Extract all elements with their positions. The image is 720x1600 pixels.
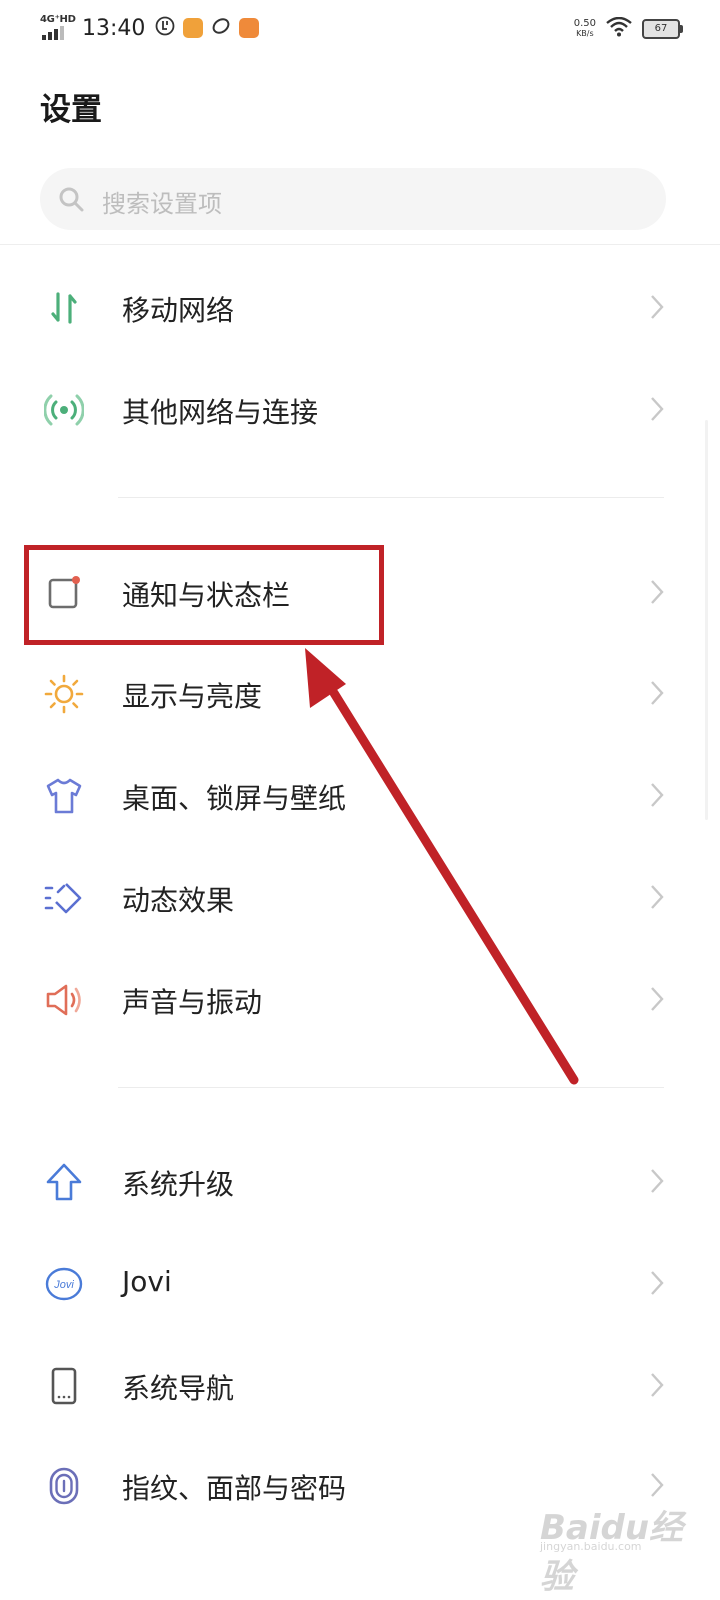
settings-item-system-upgrade[interactable]: 系统升级 — [0, 1129, 720, 1229]
settings-item-label: 桌面、锁屏与壁纸 — [122, 782, 347, 815]
settings-item-desktop-wallpaper[interactable]: 桌面、锁屏与壁纸 — [0, 743, 720, 843]
chevron-right-icon — [651, 681, 664, 705]
settings-item-label: 其他网络与连接 — [122, 396, 319, 429]
connection-icon — [44, 394, 84, 426]
network-indicator: 4G⁺HD — [40, 14, 78, 42]
network-speed: 0.50 KB/s — [574, 19, 596, 39]
settings-item-jovi[interactable]: Jovi Jovi — [0, 1231, 720, 1331]
annotation-highlight-box — [24, 545, 384, 645]
upgrade-arrow-icon — [46, 1163, 82, 1201]
network-type-label: 4G⁺HD — [40, 14, 76, 25]
status-right: 0.50 KB/s 67 — [574, 14, 683, 44]
chevron-right-icon — [651, 885, 664, 909]
settings-item-animations[interactable]: 动态效果 — [0, 845, 720, 945]
search-placeholder: 搜索设置项 — [102, 190, 222, 218]
settings-item-label: Jovi — [122, 1265, 172, 1298]
chevron-right-icon — [651, 1271, 664, 1295]
settings-item-label: 移动网络 — [122, 294, 235, 327]
search-icon — [59, 187, 84, 212]
chevron-right-icon — [651, 1169, 664, 1193]
chevron-right-icon — [651, 295, 664, 319]
watermark-url: jingyan.baidu.com — [540, 1540, 642, 1553]
settings-item-sound[interactable]: 声音与振动 — [0, 947, 720, 1047]
chevron-right-icon — [651, 397, 664, 421]
clock: 13:40 — [82, 15, 146, 41]
settings-item-label: 显示与亮度 — [122, 680, 263, 713]
speaker-icon — [46, 984, 81, 1016]
bilibili-app-icon — [211, 16, 231, 40]
signal-icon — [42, 26, 64, 40]
settings-item-other-networks[interactable]: 其他网络与连接 — [0, 357, 720, 457]
mobile-data-icon — [51, 292, 77, 324]
animation-icon — [44, 883, 82, 914]
chevron-right-icon — [651, 580, 664, 604]
chevron-right-icon — [651, 783, 664, 807]
weibo-app-icon — [183, 18, 204, 38]
group-divider — [118, 1087, 664, 1088]
group-divider — [118, 497, 664, 498]
settings-item-label: 系统升级 — [122, 1168, 235, 1201]
network-speed-value: 0.50 — [573, 18, 596, 29]
video-app-icon — [239, 18, 260, 38]
wifi-icon — [606, 16, 632, 41]
status-left: 4G⁺HD 13:40 — [40, 12, 267, 44]
settings-item-system-navigation[interactable]: 系统导航 — [0, 1333, 720, 1433]
settings-item-label: 系统导航 — [122, 1372, 235, 1405]
sun-icon — [44, 674, 84, 714]
speed-indicator-icon — [155, 16, 175, 40]
chevron-right-icon — [651, 987, 664, 1011]
battery-icon: 67 — [642, 19, 683, 39]
baidu-watermark: Baidu经验 jingyan.baidu.com — [540, 1490, 690, 1597]
header-divider — [0, 244, 720, 245]
search-bar[interactable]: 搜索设置项 — [40, 168, 666, 230]
phone-icon — [51, 1367, 77, 1405]
settings-item-display[interactable]: 显示与亮度 — [0, 641, 720, 741]
settings-item-label: 声音与振动 — [122, 986, 263, 1019]
page-title: 设置 — [40, 92, 102, 128]
settings-item-label: 动态效果 — [122, 884, 235, 917]
scroll-indicator — [705, 420, 708, 820]
svg-text:Jovi: Jovi — [53, 1279, 74, 1291]
jovi-icon: Jovi — [45, 1267, 83, 1301]
settings-item-mobile-network[interactable]: 移动网络 — [0, 255, 720, 355]
status-bar: 4G⁺HD 13:40 0.50 KB/s 67 — [0, 0, 720, 56]
network-speed-unit: KB/s — [576, 29, 594, 38]
tshirt-icon — [46, 778, 82, 814]
fingerprint-icon — [49, 1467, 79, 1505]
chevron-right-icon — [651, 1373, 664, 1397]
settings-item-label: 指纹、面部与密码 — [122, 1472, 347, 1505]
